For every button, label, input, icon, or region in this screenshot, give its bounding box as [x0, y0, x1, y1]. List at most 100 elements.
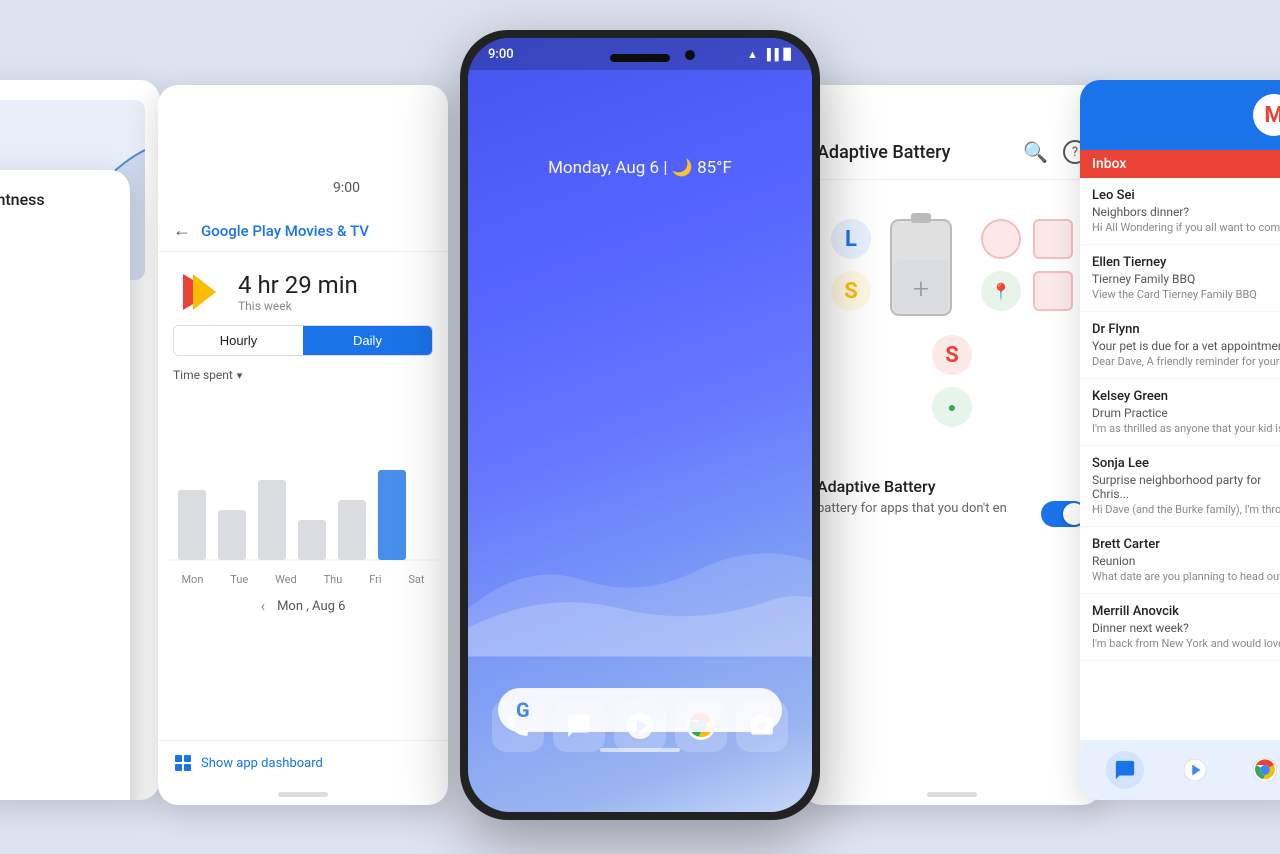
email-sender-3: Kelsey Green: [1092, 389, 1280, 404]
wellbeing-home-bar: [278, 792, 328, 797]
email-sender-4: Sonja Lee: [1092, 456, 1280, 471]
dashboard-icon: [173, 753, 193, 773]
play-movies-icon: [173, 267, 223, 317]
wellbeing-usage-time: 4 hr 29 min: [238, 271, 358, 299]
gmail-m-letter: M: [1264, 103, 1280, 128]
pink-circle-icon: [981, 219, 1021, 259]
day-labels: Mon Tue Wed Thu Fri Sat: [158, 570, 448, 589]
phone-status-icons: ▲ ▐▐ ▉: [747, 48, 792, 61]
toggle-row: battery for apps that you don't en: [817, 501, 1087, 527]
wellbeing-time: 9:00: [333, 180, 360, 196]
green-pin-icon: 📍: [981, 271, 1021, 311]
battery-home-bar: [927, 792, 977, 797]
tab-daily[interactable]: Daily: [303, 326, 432, 355]
gmail-dock-play[interactable]: [1176, 751, 1214, 789]
nav-date: Mon , Aug 6: [277, 599, 345, 614]
app-icons-left: L S: [831, 219, 871, 311]
email-preview-3: I'm as thrilled as anyone that your kid …: [1092, 422, 1280, 435]
toggle-title: Adaptive Battery: [817, 477, 1087, 496]
google-logo: G: [516, 698, 530, 722]
nav-prev-icon[interactable]: ‹: [261, 597, 266, 615]
app-icons-right2: S ●: [932, 335, 972, 427]
nav-row: ‹ Mon , Aug 6: [158, 589, 448, 623]
email-subject-5: Reunion: [1092, 554, 1280, 568]
phone-status-bar: 9:00 ▲ ▐▐ ▉: [468, 38, 812, 70]
center-phone: 9:00 ▲ ▐▐ ▉ Monday, Aug 6 | 🌙 85°F: [460, 30, 820, 820]
wellbeing-app-title: Google Play Movies & TV: [201, 222, 369, 240]
email-subject-2: Your pet is due for a vet appointment: [1092, 339, 1280, 353]
show-dashboard-button[interactable]: Show app dashboard: [158, 740, 448, 785]
wellbeing-back-icon[interactable]: ←: [173, 220, 191, 241]
brightness-bottom-title: e Brightness: [0, 170, 130, 800]
email-subject-3: Drum Practice: [1092, 406, 1280, 420]
battery-header: Adaptive Battery 🔍 ?: [802, 85, 1102, 180]
search-icon[interactable]: 🔍: [1023, 140, 1048, 164]
gmail-card: M Inbox Leo Sei Neighbors dinner? Hi All…: [1080, 80, 1280, 800]
email-subject-6: Dinner next week?: [1092, 621, 1280, 635]
green-dot-icon: ●: [932, 387, 972, 427]
pink-rect2-icon: [1033, 271, 1073, 311]
signal-icon: ▐▐: [763, 48, 779, 61]
phone-screen: 9:00 ▲ ▐▐ ▉ Monday, Aug 6 | 🌙 85°F: [468, 38, 812, 812]
email-item-2[interactable]: Dr Flynn Your pet is due for a vet appoi…: [1080, 312, 1280, 379]
email-item-3[interactable]: Kelsey Green Drum Practice I'm as thrill…: [1080, 379, 1280, 446]
battery-visual: +: [886, 210, 966, 320]
email-sender-0: Leo Sei: [1092, 188, 1280, 203]
filter-chevron-icon[interactable]: ▾: [237, 369, 243, 382]
phone-time: 9:00: [488, 47, 514, 62]
red-s-icon: S: [932, 335, 972, 375]
brightness-card: tive Brightness e Brightness: [0, 80, 160, 800]
app-icons-right: 📍: [981, 219, 1073, 311]
phone-wave: [468, 412, 812, 662]
email-preview-5: What date are you planning to head out f…: [1092, 570, 1280, 583]
email-item-4[interactable]: Sonja Lee Surprise neighborhood party fo…: [1080, 446, 1280, 527]
email-subject-4: Surprise neighborhood party for Chris...: [1092, 473, 1280, 501]
pink-rect-icon: [1033, 219, 1073, 259]
wifi-icon: ▲: [747, 48, 758, 61]
phone-home-bar: [600, 748, 680, 752]
email-sender-6: Merrill Anovcik: [1092, 604, 1280, 619]
blue-l-icon: L: [831, 219, 871, 259]
email-list: Leo Sei Neighbors dinner? Hi All Wonderi…: [1080, 178, 1280, 661]
usage-chart: [168, 390, 438, 570]
icon-row-2: S: [831, 271, 871, 311]
email-preview-2: Dear Dave, A friendly reminder for your …: [1092, 355, 1280, 368]
email-preview-0: Hi All Wondering if you all want to come…: [1092, 221, 1280, 234]
toggle-desc: battery for apps that you don't en: [817, 501, 1031, 516]
gmail-dock-messages[interactable]: [1106, 751, 1144, 789]
phone-date-weather: Monday, Aug 6 | 🌙 85°F: [468, 158, 812, 178]
filter-row: Time spent ▾: [158, 368, 448, 390]
gmail-dock-chrome[interactable]: [1246, 751, 1280, 789]
phone-search-bar[interactable]: G: [498, 688, 782, 732]
email-subject-0: Neighbors dinner?: [1092, 205, 1280, 219]
wellbeing-card: 9:00 ← Google Play Movies & TV 4 hr 29 m…: [158, 85, 448, 805]
battery-card: 9:00 Adaptive Battery 🔍 ? L S +: [802, 85, 1102, 805]
yellow-s-icon: S: [831, 271, 871, 311]
email-subject-1: Tierney Family BBQ: [1092, 272, 1280, 286]
battery-header-icons: 🔍 ?: [1023, 140, 1087, 164]
icon-row-4: 📍: [981, 271, 1073, 311]
email-item-5[interactable]: Brett Carter Reunion What date are you p…: [1080, 527, 1280, 594]
adaptive-battery-toggle: Adaptive Battery battery for apps that y…: [802, 457, 1102, 547]
email-sender-2: Dr Flynn: [1092, 322, 1280, 337]
battery-title: Adaptive Battery: [817, 142, 1023, 163]
email-sender-1: Ellen Tierney: [1092, 255, 1280, 270]
gmail-bottom-bar: [1080, 740, 1280, 800]
filter-label[interactable]: Time spent: [173, 368, 233, 382]
email-sender-5: Brett Carter: [1092, 537, 1280, 552]
email-item-1[interactable]: Ellen Tierney Tierney Family BBQ View th…: [1080, 245, 1280, 312]
gmail-logo: M: [1253, 94, 1280, 136]
wellbeing-usage-period: This week: [238, 299, 358, 313]
email-item-6[interactable]: Merrill Anovcik Dinner next week? I'm ba…: [1080, 594, 1280, 661]
email-preview-1: View the Card Tierney Family BBQ: [1092, 288, 1280, 301]
battery-icons-grid: L S + 📍 S: [802, 180, 1102, 457]
svg-text:+: +: [913, 272, 929, 305]
email-item-0[interactable]: Leo Sei Neighbors dinner? Hi All Wonderi…: [1080, 178, 1280, 245]
inbox-label: Inbox: [1080, 150, 1280, 178]
battery-icon: ▉: [784, 48, 792, 61]
icon-row-1: L: [831, 219, 871, 259]
gmail-top-bar: M: [1080, 80, 1280, 150]
tab-hourly[interactable]: Hourly: [174, 326, 303, 355]
icon-row-3: [981, 219, 1073, 259]
email-preview-6: I'm back from New York and would love to: [1092, 637, 1280, 650]
